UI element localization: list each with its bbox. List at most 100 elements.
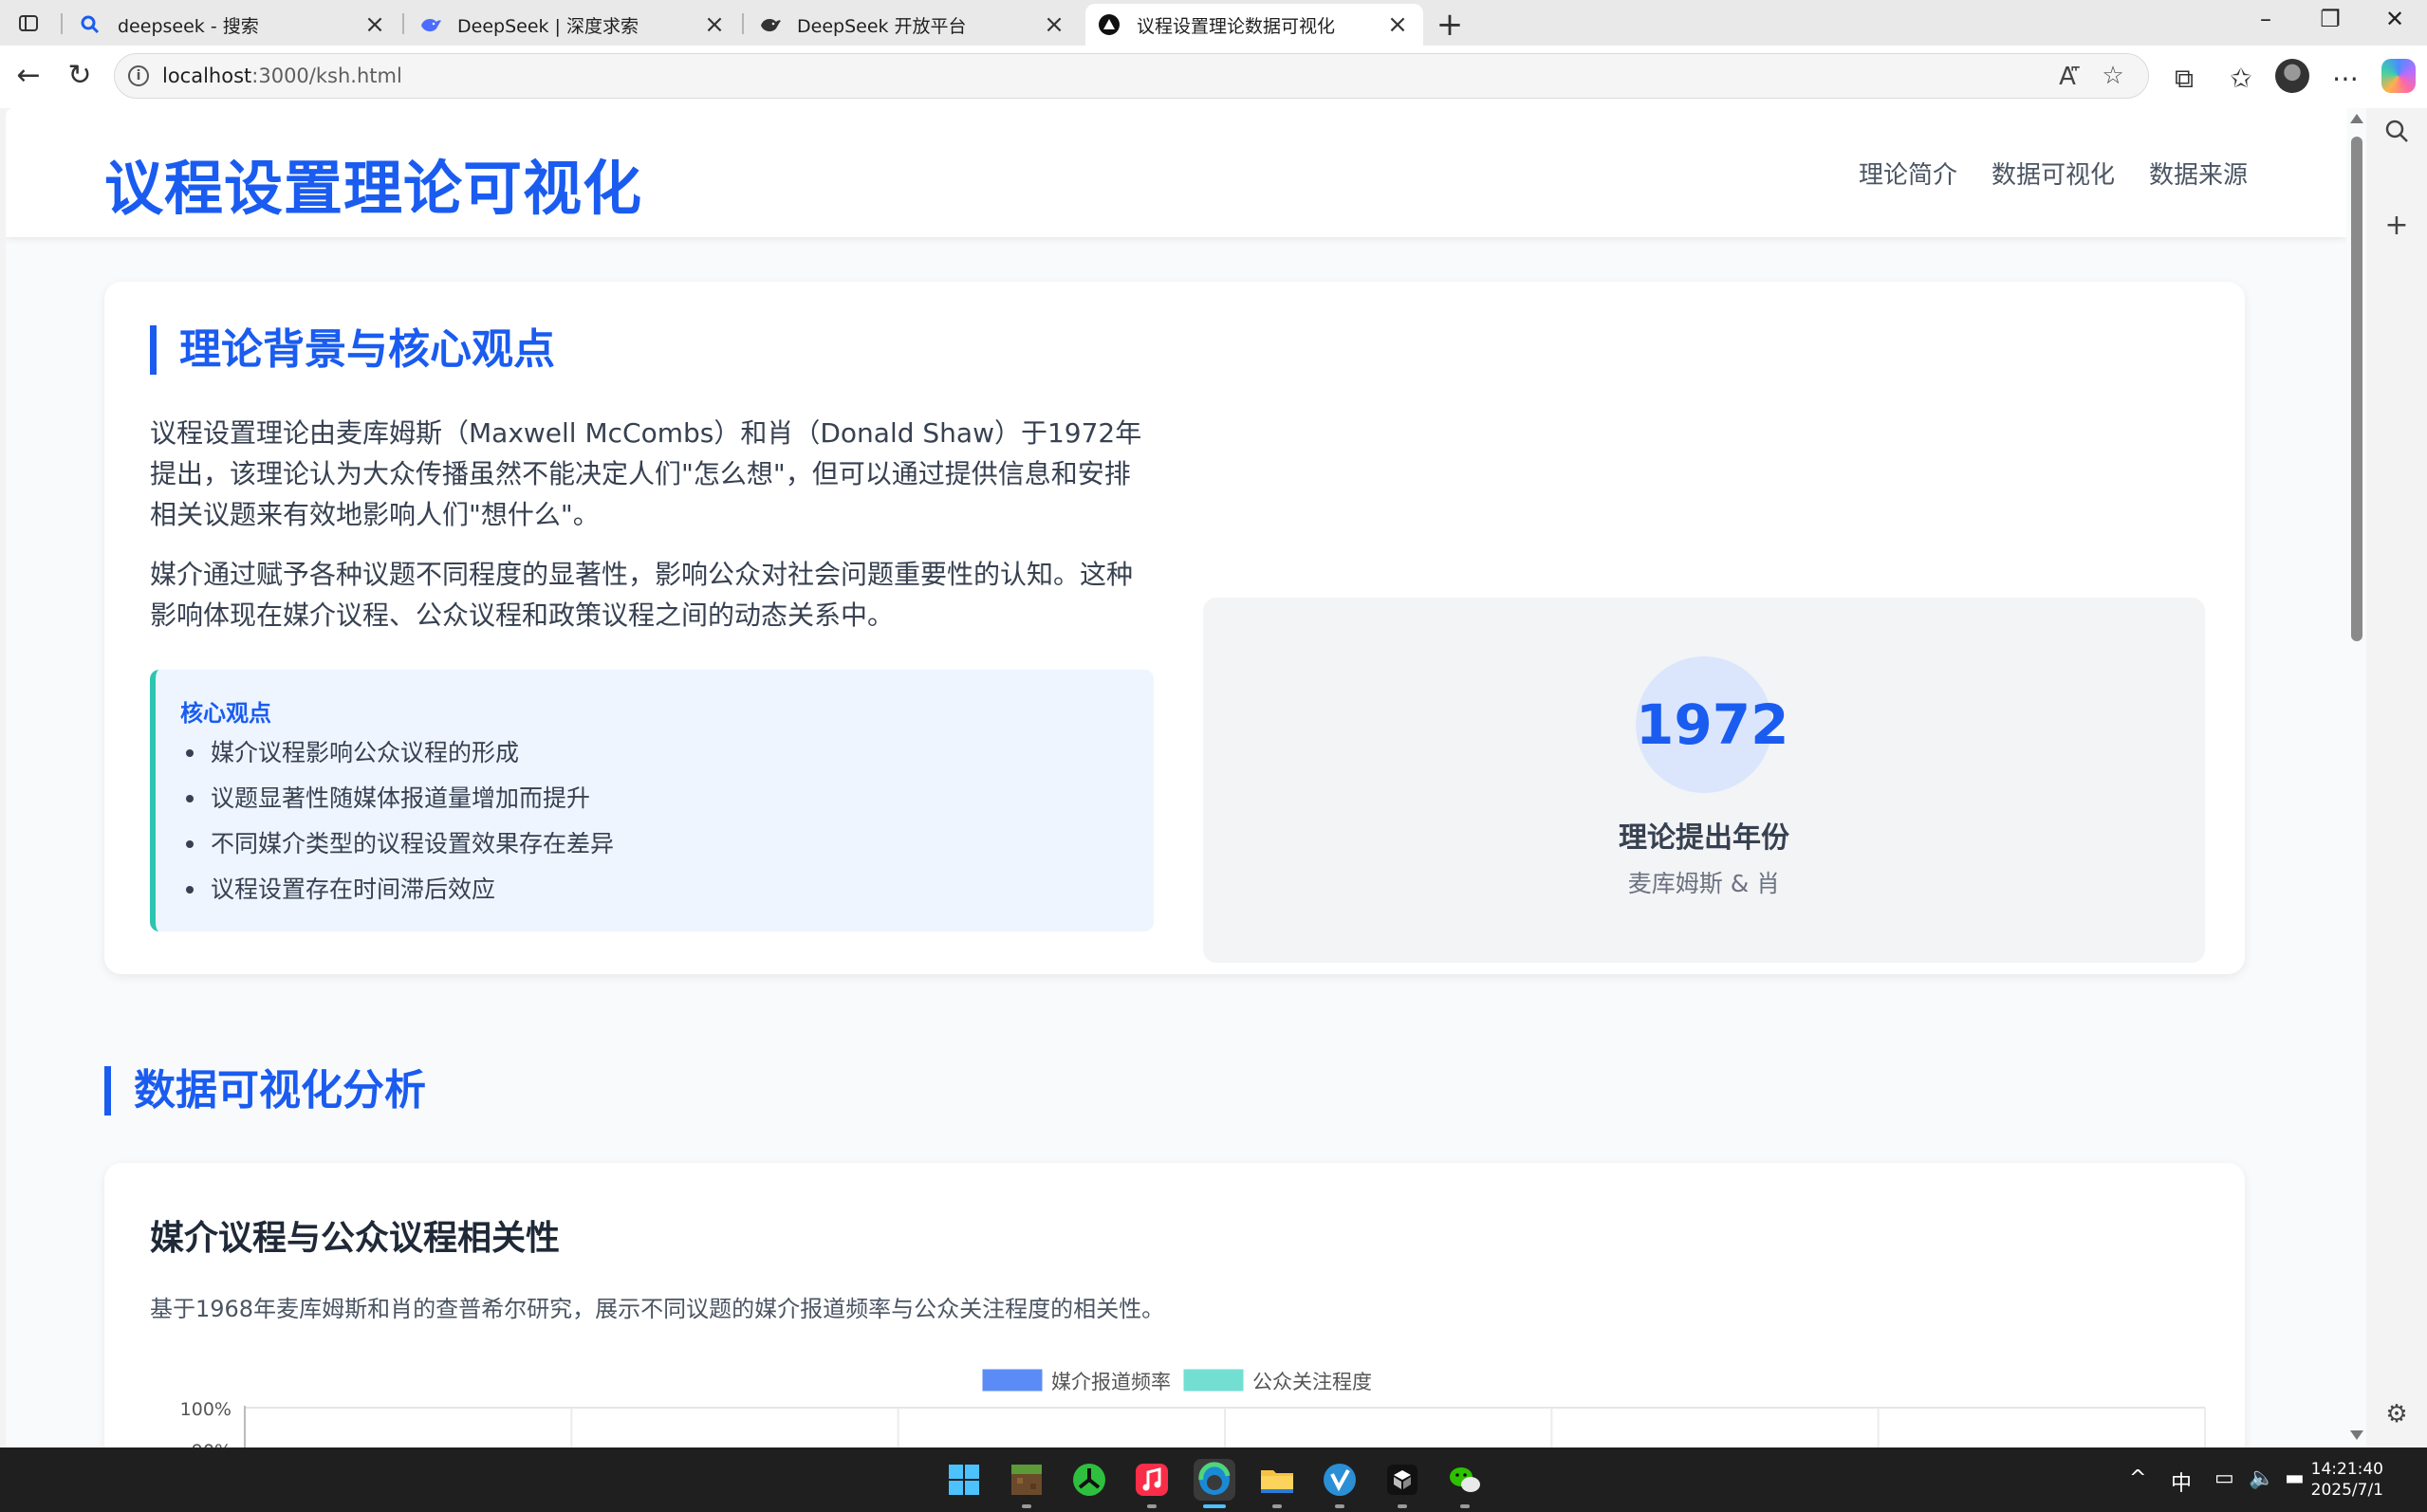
green-app-icon[interactable]	[1068, 1459, 1110, 1501]
scroll-down-arrow-icon[interactable]	[2350, 1430, 2363, 1440]
music-app-icon[interactable]	[1131, 1459, 1173, 1501]
legend-swatch	[1183, 1369, 1244, 1392]
page-viewport: 议程设置理论可视化 理论简介 数据可视化 数据来源 理论背景与核心观点 议程设置…	[6, 108, 2346, 1447]
close-tab-icon[interactable]: ×	[362, 10, 387, 39]
tray-chevron-up-icon[interactable]: ^	[2129, 1466, 2146, 1490]
correlation-card: 媒介议程与公众议程相关性 基于1968年麦库姆斯和肖的查普希尔研究，展示不同议题…	[104, 1163, 2245, 1447]
close-tab-icon[interactable]: ×	[702, 10, 727, 39]
tab-title: DeepSeek | 深度求索	[457, 15, 639, 37]
core-points-list: 媒介议程影响公众议程的形成 议题显著性随媒体报道量增加而提升 不同媒介类型的议程…	[180, 734, 614, 916]
legend-swatch	[982, 1369, 1043, 1392]
edge-browser-icon[interactable]	[1194, 1459, 1235, 1501]
vercel-triangle-icon	[1099, 14, 1120, 35]
core-points-title: 核心观点	[180, 700, 271, 727]
extensions-puzzle-icon[interactable]: ⧉	[2165, 63, 2203, 95]
nav-link-sources[interactable]: 数据来源	[2149, 156, 2248, 191]
restore-icon[interactable]: ❐	[2311, 6, 2349, 32]
theory-paragraph-2: 媒介通过赋予各种议题不同程度的显著性，影响公众对社会问题重要性的认知。这种影响体…	[150, 559, 1134, 631]
new-tab-icon[interactable]: +	[1431, 6, 1469, 44]
ime-indicator[interactable]: 中	[2171, 1466, 2192, 1497]
address-url[interactable]: localhost:3000/ksh.html	[162, 65, 402, 87]
year-label: 理论提出年份	[1619, 821, 1789, 855]
tab-separator	[402, 13, 404, 34]
battery-icon[interactable]: ▬	[2285, 1466, 2305, 1490]
wechat-icon[interactable]	[1444, 1459, 1486, 1501]
tab-title: DeepSeek 开放平台	[797, 15, 967, 37]
site-title: 议程设置理论可视化	[104, 154, 643, 223]
site-info-icon[interactable]: i	[128, 65, 149, 86]
back-arrow-icon[interactable]: ←	[9, 57, 47, 95]
tab-deepseek-search[interactable]: deepseek - 搜索 ×	[66, 4, 400, 46]
correlation-bar-chart: 媒介报道频率 公众关注程度 100% 90%	[180, 1369, 2206, 1447]
taskbar-active-indicator	[1203, 1504, 1226, 1508]
correlation-card-title: 媒介议程与公众议程相关性	[150, 1219, 561, 1258]
windows-taskbar: ^ 中 ▭ 🔈 ▬ 14:21:40 2025/7/1	[0, 1447, 2427, 1512]
nav-link-visualization[interactable]: 数据可视化	[1992, 156, 2115, 191]
taskbar-clock[interactable]: 14:21:40 2025/7/1	[2311, 1459, 2383, 1501]
tab-strip: deepseek - 搜索 × DeepSeek | 深度求索 × DeepSe…	[0, 0, 2427, 46]
list-item: 不同媒介类型的议程设置效果存在差异	[180, 825, 614, 871]
browser-toolbar: ← ↻ i localhost:3000/ksh.html A꜠ ☆ ⧉ ✩ ⋯	[0, 46, 2427, 108]
page-scrollbar[interactable]	[2346, 108, 2366, 1447]
volume-icon[interactable]: 🔈	[2249, 1466, 2274, 1490]
site-nav: 理论简介 数据可视化 数据来源	[1859, 156, 2248, 191]
bing-search-icon	[80, 14, 101, 35]
tab-deepseek-platform[interactable]: DeepSeek 开放平台 ×	[746, 4, 1080, 46]
sidebar-settings-gear-icon[interactable]: ⚙	[2378, 1400, 2416, 1429]
taskbar-running-indicator	[1147, 1504, 1157, 1508]
clock-time: 14:21:40	[2310, 1460, 2383, 1479]
tab-separator	[61, 13, 63, 34]
list-item: 议程设置存在时间滞后效应	[180, 871, 614, 916]
nav-link-theory[interactable]: 理论简介	[1859, 156, 1957, 191]
close-tab-icon[interactable]: ×	[1042, 10, 1066, 39]
file-explorer-icon[interactable]	[1256, 1459, 1298, 1501]
y-tick-label: 100%	[180, 1399, 232, 1420]
refresh-icon[interactable]: ↻	[61, 57, 99, 95]
deepseek-whale-icon	[419, 14, 441, 35]
minecraft-icon[interactable]	[1006, 1459, 1047, 1501]
site-header: 议程设置理论可视化 理论简介 数据可视化 数据来源	[6, 108, 2346, 237]
windows-start-icon[interactable]	[943, 1459, 985, 1501]
edge-sidebar: + ⚙	[2366, 108, 2427, 1447]
taskbar-running-indicator	[1272, 1504, 1282, 1508]
scroll-up-arrow-icon[interactable]	[2350, 114, 2363, 123]
minimize-icon[interactable]: –	[2247, 6, 2285, 32]
add-sidebar-app-icon[interactable]: +	[2378, 209, 2416, 242]
list-item: 媒介议程影响公众议程的形成	[180, 734, 614, 780]
profile-avatar[interactable]	[2275, 59, 2309, 93]
tab-deepseek-home[interactable]: DeepSeek | 深度求索 ×	[406, 4, 740, 46]
read-aloud-icon[interactable]: A꜠	[2052, 62, 2083, 91]
search-icon[interactable]	[2378, 118, 2416, 152]
favorite-star-icon[interactable]: ☆	[2098, 62, 2128, 90]
y-tick-label: 90%	[192, 1441, 232, 1447]
tab-separator	[742, 13, 744, 34]
tab-title: 议程设置理论数据可视化	[1137, 15, 1336, 37]
deepseek-platform-icon	[759, 14, 781, 35]
address-bar[interactable]: i localhost:3000/ksh.html A꜠ ☆	[114, 53, 2149, 99]
close-window-icon[interactable]: ✕	[2376, 6, 2414, 32]
legend-label: 公众关注程度	[1252, 1371, 1372, 1393]
favorites-icon[interactable]: ✩	[2222, 63, 2260, 94]
year-authors: 麦库姆斯 & 肖	[1627, 870, 1781, 897]
vertical-tabs-icon[interactable]	[13, 9, 42, 36]
correlation-card-description: 基于1968年麦库姆斯和肖的查普希尔研究，展示不同议题的媒介报道频率与公众关注程…	[150, 1296, 1165, 1322]
year-value: 1972	[1636, 656, 1788, 793]
data-section-heading: 数据可视化分析	[104, 1066, 426, 1116]
clock-date: 2025/7/1	[2310, 1481, 2383, 1500]
copilot-icon[interactable]	[2381, 59, 2416, 93]
tab-agenda-setting-active[interactable]: 议程设置理论数据可视化 ×	[1085, 4, 1423, 46]
theory-card: 理论背景与核心观点 议程设置理论由麦库姆斯（Maxwell McCombs）和肖…	[104, 282, 2245, 974]
scrollbar-thumb[interactable]	[2351, 137, 2362, 641]
core-points-box: 核心观点 媒介议程影响公众议程的形成 议题显著性随媒体报道量增加而提升 不同媒介…	[150, 670, 1154, 931]
theory-heading: 理论背景与核心观点	[150, 325, 555, 375]
cube-app-icon[interactable]	[1381, 1459, 1423, 1501]
taskbar-running-indicator	[1398, 1504, 1407, 1508]
taskbar-running-indicator	[1022, 1504, 1031, 1508]
taskbar-running-indicator	[1335, 1504, 1344, 1508]
theory-paragraph-1: 议程设置理论由麦库姆斯（Maxwell McCombs）和肖（Donald Sh…	[150, 417, 1142, 530]
tab-title: deepseek - 搜索	[118, 15, 259, 37]
vscode-style-icon[interactable]	[1319, 1459, 1361, 1501]
close-tab-icon[interactable]: ×	[1385, 10, 1410, 39]
network-icon[interactable]: ▭	[2214, 1466, 2234, 1490]
more-menu-icon[interactable]: ⋯	[2326, 63, 2364, 94]
